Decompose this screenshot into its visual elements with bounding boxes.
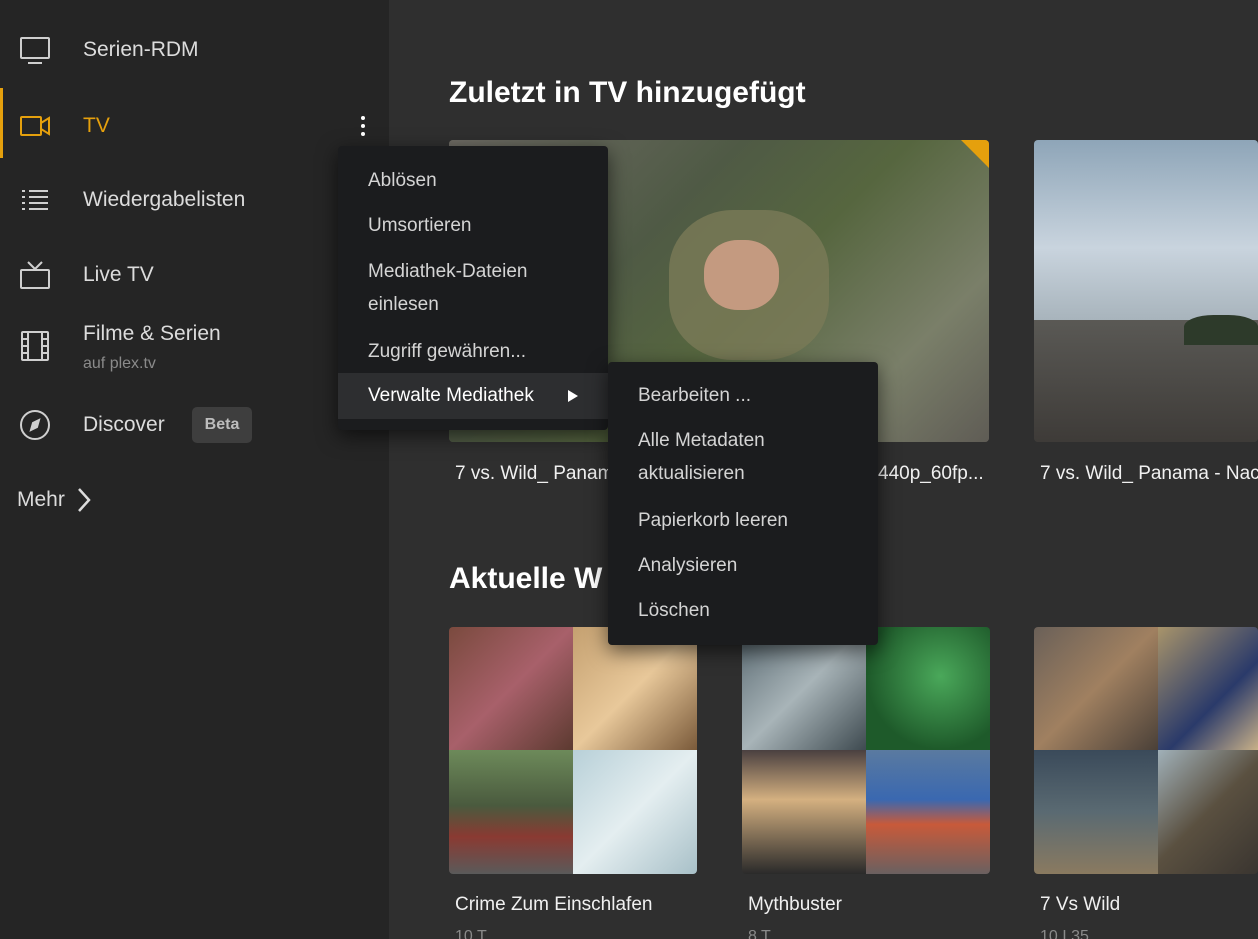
poster-image xyxy=(573,627,697,750)
poster-image xyxy=(1184,315,1258,345)
poster-subtitle: 8 T xyxy=(748,928,771,939)
more-button[interactable]: Mehr xyxy=(17,480,93,520)
sidebar-item-serien-rdm[interactable]: Serien-RDM xyxy=(0,12,389,87)
poster-card[interactable] xyxy=(1034,140,1258,442)
menu-item-analysieren[interactable]: Analysieren xyxy=(608,549,878,582)
menu-item-metadaten-aktualisieren[interactable]: Alle Metadaten aktualisieren xyxy=(608,424,838,490)
sidebar-item-label: Discover xyxy=(83,412,165,436)
context-menu: Ablösen Umsortieren Mediathek-Dateien ei… xyxy=(338,146,608,430)
submenu: Bearbeiten ... Alle Metadaten aktualisie… xyxy=(608,362,878,645)
menu-item-zugriff-gewaehren[interactable]: Zugriff gewähren... xyxy=(338,335,608,368)
poster-image xyxy=(449,750,573,874)
poster-image xyxy=(573,750,697,874)
sidebar-item-label: TV xyxy=(83,113,110,137)
poster-image xyxy=(742,627,866,750)
list-icon xyxy=(17,182,53,218)
sidebar-item-label: Wiedergabelisten xyxy=(83,187,246,211)
sidebar-item-filme-serien[interactable]: Filme & Serien auf plex.tv xyxy=(0,300,389,390)
sidebar-item-wiedergabelisten[interactable]: Wiedergabelisten xyxy=(0,162,389,237)
menu-item-bearbeiten[interactable]: Bearbeiten ... xyxy=(608,379,878,412)
poster-image xyxy=(866,627,990,750)
menu-item-verwalte-mediathek[interactable]: Verwalte Mediathek xyxy=(338,373,608,419)
monitor-icon xyxy=(17,32,53,68)
more-options-icon[interactable] xyxy=(352,111,374,141)
sidebar-item-label: Live TV xyxy=(83,262,154,286)
poster-image xyxy=(1034,627,1158,750)
submenu-arrow-icon xyxy=(568,390,578,402)
sidebar: Serien-RDM TV Wiedergabelisten Live TV F… xyxy=(0,0,389,939)
more-label: Mehr xyxy=(17,488,65,511)
poster-card[interactable] xyxy=(449,627,697,874)
poster-image xyxy=(1034,750,1158,874)
section-title-current: Aktuelle W xyxy=(449,562,603,595)
compass-icon xyxy=(17,407,53,443)
poster-image xyxy=(1158,627,1258,750)
menu-item-mediathek-einlesen[interactable]: Mediathek-Dateien einlesen xyxy=(338,255,578,321)
poster-image xyxy=(704,240,779,310)
menu-item-papierkorb-leeren[interactable]: Papierkorb leeren xyxy=(608,504,878,537)
sidebar-item-tv[interactable]: TV xyxy=(0,88,389,163)
beta-badge: Beta xyxy=(192,407,252,443)
menu-item-abloesen[interactable]: Ablösen xyxy=(338,164,608,197)
poster-card[interactable] xyxy=(742,627,990,874)
tv-antenna-icon xyxy=(17,257,53,293)
poster-title[interactable]: 7 vs. Wild_ Panama - Nac xyxy=(1040,463,1258,485)
menu-item-loeschen[interactable]: Löschen xyxy=(608,594,878,627)
menu-item-umsortieren[interactable]: Umsortieren xyxy=(338,209,608,242)
sidebar-item-label: Serien-RDM xyxy=(83,37,199,61)
section-title-recently-added: Zuletzt in TV hinzugefügt xyxy=(449,76,806,109)
menu-item-label: Verwalte Mediathek xyxy=(368,385,534,406)
poster-title[interactable]: Crime Zum Einschlafen xyxy=(455,894,652,916)
sidebar-item-discover[interactable]: Discover Beta xyxy=(0,387,389,462)
sidebar-item-sublabel: auf plex.tv xyxy=(83,355,156,372)
poster-card[interactable] xyxy=(1034,627,1258,874)
unwatched-indicator xyxy=(961,140,989,168)
sidebar-item-label: Filme & Serien xyxy=(83,322,221,345)
poster-subtitle: 10 I 35 xyxy=(1040,928,1089,939)
poster-image xyxy=(866,750,990,874)
film-icon xyxy=(17,328,53,364)
poster-image xyxy=(742,750,866,874)
poster-title[interactable]: 7 vs. Wild_ Panama xyxy=(455,463,615,485)
poster-image xyxy=(1034,140,1258,320)
chevron-right-icon xyxy=(77,488,91,512)
poster-image xyxy=(1158,750,1258,874)
poster-subtitle: 10 T xyxy=(455,928,487,939)
poster-title[interactable]: Mythbuster xyxy=(748,894,842,916)
video-camera-icon xyxy=(17,108,53,144)
poster-image xyxy=(449,627,573,750)
poster-title[interactable]: 440p_60fp... xyxy=(878,463,988,485)
poster-title[interactable]: 7 Vs Wild xyxy=(1040,894,1120,916)
